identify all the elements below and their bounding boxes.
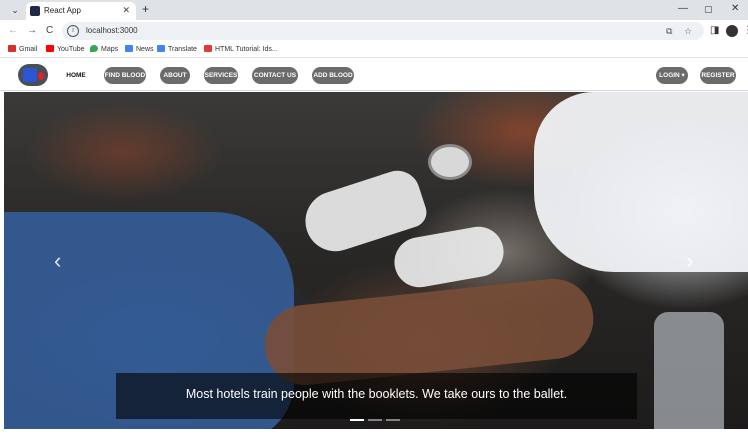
bookmark-label: HTML Tutorial: Ids... xyxy=(215,46,278,53)
hero-photo-arm xyxy=(260,274,598,390)
nav-about[interactable]: ABOUT xyxy=(160,67,190,84)
hero-photo-coat-sleeve xyxy=(534,92,748,272)
bookmark-gmail[interactable]: Gmail xyxy=(8,44,37,56)
main-navbar: HOME FIND BLOOD ABOUT SERVICES CONTACT U… xyxy=(0,59,748,91)
gmail-icon xyxy=(8,45,16,52)
address-bar[interactable]: i localhost:3000 ⧉ ☆ xyxy=(62,22,704,40)
site-logo[interactable] xyxy=(18,64,48,86)
carousel-prev-icon[interactable]: ‹ xyxy=(54,250,61,272)
reload-button[interactable]: C xyxy=(46,24,53,38)
bookmark-news[interactable]: News xyxy=(125,44,154,56)
login-dropdown[interactable]: LOGIN ▾ xyxy=(656,67,688,84)
hospital-icon xyxy=(23,68,37,82)
nav-home[interactable]: HOME xyxy=(62,67,90,84)
bookmark-maps[interactable]: Maps xyxy=(90,44,118,56)
install-app-icon[interactable]: ⧉ xyxy=(666,25,672,37)
hero-carousel: ‹ › Most hotels train people with the bo… xyxy=(4,92,748,429)
bookmark-youtube[interactable]: YouTube xyxy=(46,44,85,56)
bookmark-star-icon[interactable]: ☆ xyxy=(684,25,692,37)
carousel-indicator[interactable] xyxy=(350,419,364,421)
bookmark-label: Maps xyxy=(101,46,119,53)
nav-add-blood[interactable]: ADD BLOOD xyxy=(312,67,354,84)
browser-tab[interactable]: React App ✕ xyxy=(26,2,136,20)
news-icon xyxy=(125,45,133,52)
youtube-icon xyxy=(46,45,54,52)
carousel-indicators xyxy=(350,419,410,422)
app-root: HOME FIND BLOOD ABOUT SERVICES CONTACT U… xyxy=(0,59,748,441)
window-minimize-button[interactable]: — xyxy=(678,2,688,16)
tab-search-icon[interactable]: ⌄ xyxy=(8,3,22,17)
bookmark-label: Gmail xyxy=(19,46,38,53)
bookmark-translate[interactable]: Translate xyxy=(157,44,197,56)
carousel-caption: Most hotels train people with the bookle… xyxy=(116,373,637,419)
side-panel-icon[interactable]: ◨ xyxy=(710,24,719,38)
carousel-indicator[interactable] xyxy=(386,419,400,421)
browser-menu-icon[interactable]: ⋮ xyxy=(743,24,748,38)
site-info-icon[interactable]: i xyxy=(67,25,79,37)
bookmark-label: News xyxy=(136,46,154,53)
nav-services[interactable]: SERVICES xyxy=(204,67,238,84)
blood-drop-icon xyxy=(38,72,44,80)
bookmark-label: YouTube xyxy=(57,46,85,53)
navbar-divider xyxy=(0,90,748,91)
bookmark-label: Translate xyxy=(168,46,197,53)
register-button[interactable]: REGISTER xyxy=(700,67,736,84)
window-maximize-button[interactable]: ▢ xyxy=(704,2,713,16)
back-button[interactable]: ← xyxy=(8,24,18,38)
forward-button[interactable]: → xyxy=(27,24,37,38)
address-url[interactable]: localhost:3000 xyxy=(86,25,138,37)
browser-tab-bar: ⌄ React App ✕ + — ▢ ✕ xyxy=(0,0,748,20)
react-app-favicon-icon xyxy=(30,6,40,16)
maps-pin-icon xyxy=(90,45,98,52)
nav-contact-us[interactable]: CONTACT US xyxy=(252,67,298,84)
hero-photo-glove xyxy=(390,222,508,292)
carousel-next-icon[interactable]: › xyxy=(686,250,693,272)
hero-photo-watch xyxy=(428,144,472,180)
hero-photo-bottle xyxy=(654,312,724,429)
profile-avatar-icon[interactable] xyxy=(726,25,738,37)
carousel-caption-text: Most hotels train people with the bookle… xyxy=(185,387,568,401)
youtube-icon xyxy=(204,45,212,52)
tab-title: React App xyxy=(44,6,81,15)
nav-find-blood[interactable]: FIND BLOOD xyxy=(104,67,146,84)
bookmarks-bar: Gmail YouTube Maps News Translate HTML T… xyxy=(0,42,748,58)
window-close-button[interactable]: ✕ xyxy=(731,2,739,16)
translate-icon xyxy=(157,45,165,52)
carousel-indicator[interactable] xyxy=(368,419,382,421)
bookmark-html-tutorial[interactable]: HTML Tutorial: Ids... xyxy=(204,44,278,56)
tab-close-icon[interactable]: ✕ xyxy=(122,4,130,16)
new-tab-button[interactable]: + xyxy=(142,2,149,16)
browser-toolbar: ← → C i localhost:3000 ⧉ ☆ ◨ ⋮ xyxy=(0,20,748,42)
